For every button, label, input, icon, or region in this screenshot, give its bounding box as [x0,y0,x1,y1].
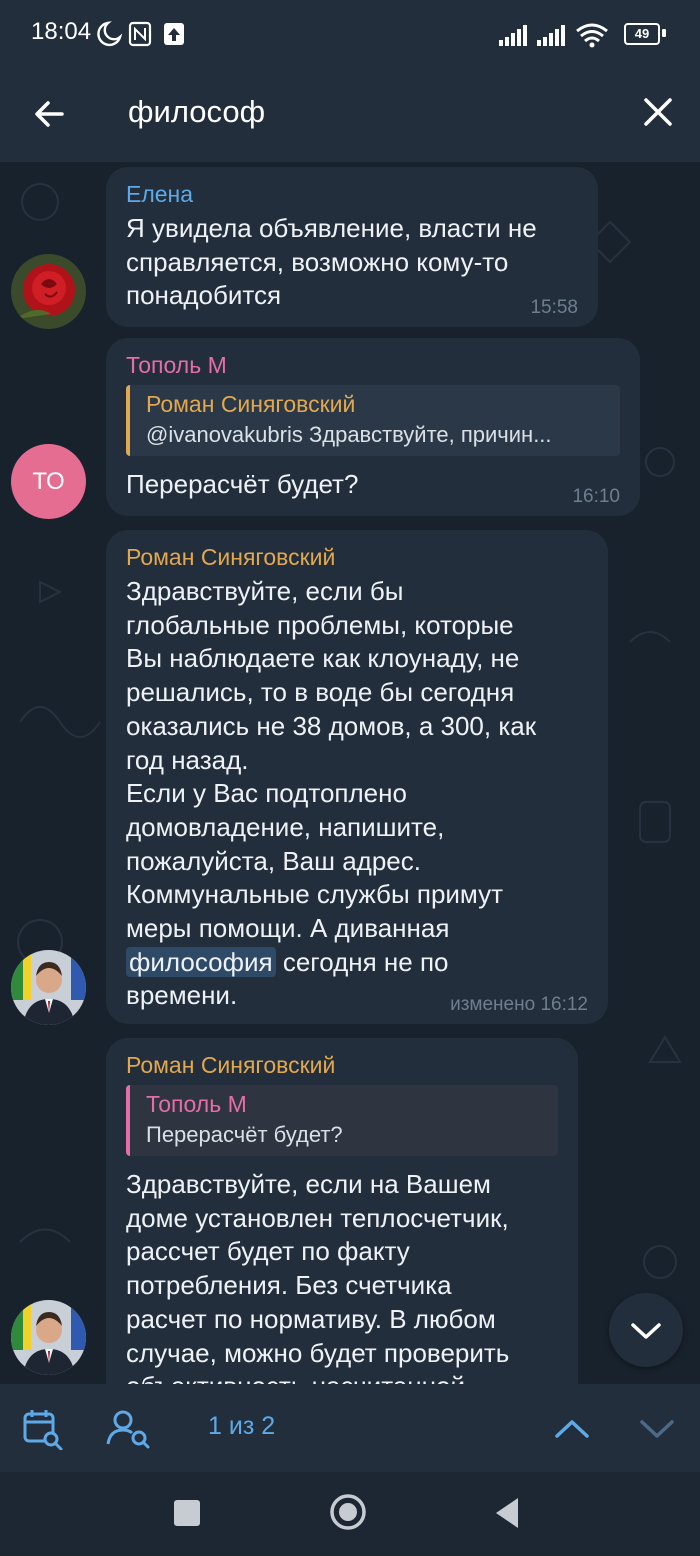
search-input[interactable]: философ [128,94,265,130]
message-line: Вы наблюдаете как клоунаду, не [126,643,520,674]
message-line-rest: сегодня не по [275,946,449,977]
message-bubble[interactable]: Роман Синяговский Здравствуйте, если бы … [106,530,608,1024]
message-line: Здравствуйте, если бы [126,576,404,606]
home-circle-icon[interactable] [328,1492,368,1532]
message-bubble[interactable]: Елена Я увидела объявление, власти не сп… [106,167,598,327]
message-sender[interactable]: Тополь М [126,352,620,379]
message-time: 16:10 [572,486,620,507]
message-text: Здравствуйте, если бы глобальные проблем… [126,575,588,1013]
message-line: случае, можно будет проверить [126,1337,510,1368]
message-line: пожалуйста, Ваш адрес. [126,845,421,876]
message-line: потребления. Без счетчика [126,1270,452,1301]
reply-quote[interactable]: Роман Синяговский @ivanovakubris Здравст… [126,385,620,456]
message-line: Здравствуйте, если на Вашем [126,1169,491,1199]
status-bar: 18:04 49 [0,0,700,66]
reply-quote[interactable]: Тополь М Перерасчёт будет? [126,1085,558,1156]
avatar-elena[interactable] [11,254,86,329]
reply-sender: Роман Синяговский [146,391,356,417]
chevron-down-icon[interactable] [637,1414,677,1442]
message-line: Коммунальные службы примут [126,879,503,910]
message-line: рассчет будет по факту [126,1236,410,1267]
search-navigation-bar: 1 из 2 [0,1384,700,1472]
avatar-roman[interactable] [11,950,86,1025]
message-line: год назад. [126,744,249,775]
moon-icon [97,21,123,47]
user-search-icon[interactable] [105,1408,151,1450]
chat-area[interactable]: Елена Я увидела объявление, власти не сп… [0,162,700,1384]
message-line: домовладение, напишите, [126,811,445,842]
arrow-left-icon[interactable] [30,94,70,134]
chevron-up-icon[interactable] [552,1414,592,1442]
battery-tip [662,29,666,37]
reply-text: @ivanovakubris Здравствуйте, причин... [146,422,552,447]
rose-avatar-image [11,254,86,329]
status-icons [97,21,184,47]
message-line: Если у Вас подтоплено [126,778,407,809]
battery-indicator: 49 [624,23,660,45]
search-header: философ [0,66,700,163]
system-navigation-bar [0,1472,700,1556]
message-line: Я увидела объявление, власти не [126,213,537,243]
back-triangle-icon[interactable] [492,1496,522,1530]
search-result-counter: 1 из 2 [208,1412,276,1440]
message-line: понадобится [126,280,282,311]
message-time: 15:58 [530,297,578,318]
close-icon[interactable] [640,94,676,130]
recents-square-icon[interactable] [172,1498,202,1528]
message-text: Здравствуйте, если на Вашем доме установ… [126,1168,558,1384]
message-sender[interactable]: Роман Синяговский [126,544,588,571]
message-text: Перерасчёт будет? [126,468,620,502]
message-line: объективность насчитанной [126,1370,558,1384]
message-line: решались, то в воде бы сегодня [126,677,515,708]
signal-wifi-icons [499,23,608,48]
message-line: справляется, возможно кому-то [126,246,509,277]
scroll-down-button[interactable] [609,1293,683,1367]
person-avatar-image [11,1300,86,1375]
chevron-down-icon [631,1323,661,1339]
avatar-roman[interactable] [11,1300,86,1375]
avatar-topol[interactable]: ТО [11,444,86,519]
message-text: Я увидела объявление, власти не справляе… [126,212,578,313]
status-time: 18:04 [31,18,92,45]
avatar-initials: ТО [32,467,65,495]
message-line: доме установлен теплосчетчик, [126,1202,509,1233]
reply-sender: Тополь М [146,1091,247,1117]
message-time: изменено 16:12 [450,994,588,1015]
message-line: глобальные проблемы, которые [126,609,514,640]
search-highlight: философия [126,946,276,977]
calendar-search-icon[interactable] [22,1408,64,1450]
message-line: философия сегодня не по [126,946,588,980]
person-avatar-image [11,950,86,1025]
message-bubble[interactable]: Роман Синяговский Тополь М Перерасчёт бу… [106,1038,578,1384]
message-bubble[interactable]: Тополь М Роман Синяговский @ivanovakubri… [106,338,640,516]
reply-text: Перерасчёт будет? [146,1122,343,1147]
message-line: расчет по нормативу. В любом [126,1303,496,1334]
message-sender[interactable]: Елена [126,181,578,208]
message-line: оказались не 38 домов, а 300, как [126,710,537,741]
message-line: Перерасчёт будет? [126,469,359,499]
message-line: меры помощи. А диванная [126,913,450,944]
message-sender[interactable]: Роман Синяговский [126,1052,558,1079]
